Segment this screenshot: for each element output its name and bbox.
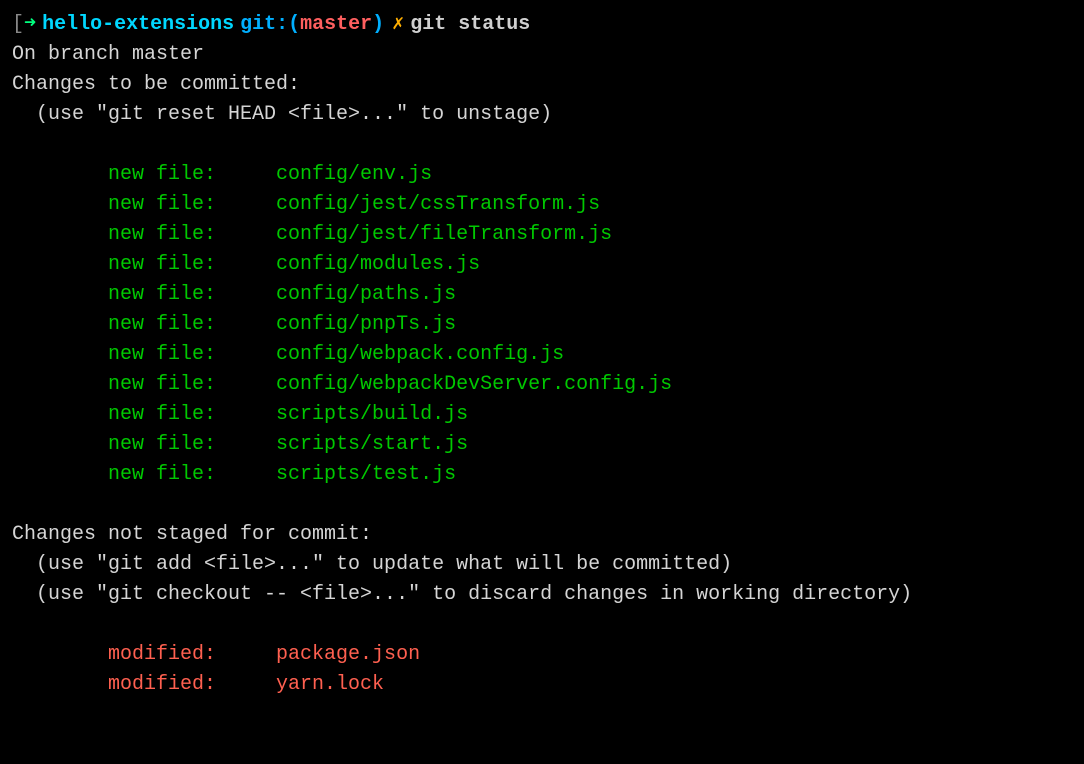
- staged-hint: (use "git reset HEAD <file>..." to unsta…: [12, 100, 1072, 130]
- unstaged-header: Changes not staged for commit:: [12, 520, 1072, 550]
- prompt-branch: master: [300, 10, 372, 40]
- staged-file-row: new file: config/env.js: [12, 160, 1072, 190]
- staged-files-list: new file: config/env.jsnew file: config/…: [12, 160, 1072, 490]
- unstaged-files-list: modified: package.jsonmodified: yarn.loc…: [12, 640, 1072, 700]
- staged-file-row: new file: config/webpack.config.js: [12, 340, 1072, 370]
- staged-file-row: new file: scripts/test.js: [12, 460, 1072, 490]
- staged-header: Changes to be committed:: [12, 70, 1072, 100]
- unstaged-hint-add: (use "git add <file>..." to update what …: [12, 550, 1072, 580]
- staged-file-row: new file: config/paths.js: [12, 280, 1072, 310]
- prompt-line[interactable]: [ ➜ hello-extensions git:(master) ✗ git …: [12, 10, 1072, 40]
- staged-file-row: new file: config/jest/fileTransform.js: [12, 220, 1072, 250]
- unstaged-file-row: modified: yarn.lock: [12, 670, 1072, 700]
- staged-file-row: new file: config/modules.js: [12, 250, 1072, 280]
- prompt-bracket: [: [12, 10, 24, 40]
- prompt-directory: hello-extensions: [42, 10, 234, 40]
- staged-file-row: new file: scripts/build.js: [12, 400, 1072, 430]
- prompt-dirty-icon: ✗: [392, 10, 404, 40]
- staged-file-row: new file: config/pnpTs.js: [12, 310, 1072, 340]
- staged-file-row: new file: config/webpackDevServer.config…: [12, 370, 1072, 400]
- prompt-git-prefix: git:(: [240, 10, 300, 40]
- unstaged-file-row: modified: package.json: [12, 640, 1072, 670]
- unstaged-hint-checkout: (use "git checkout -- <file>..." to disc…: [12, 580, 1072, 610]
- prompt-git-suffix: ): [372, 10, 384, 40]
- blank-spacer: [12, 610, 1072, 640]
- prompt-arrow-icon: ➜: [24, 10, 36, 40]
- blank-spacer: [12, 130, 1072, 160]
- staged-file-row: new file: config/jest/cssTransform.js: [12, 190, 1072, 220]
- blank-spacer: [12, 490, 1072, 520]
- branch-info: On branch master: [12, 40, 1072, 70]
- command-text: git status: [410, 10, 530, 40]
- staged-file-row: new file: scripts/start.js: [12, 430, 1072, 460]
